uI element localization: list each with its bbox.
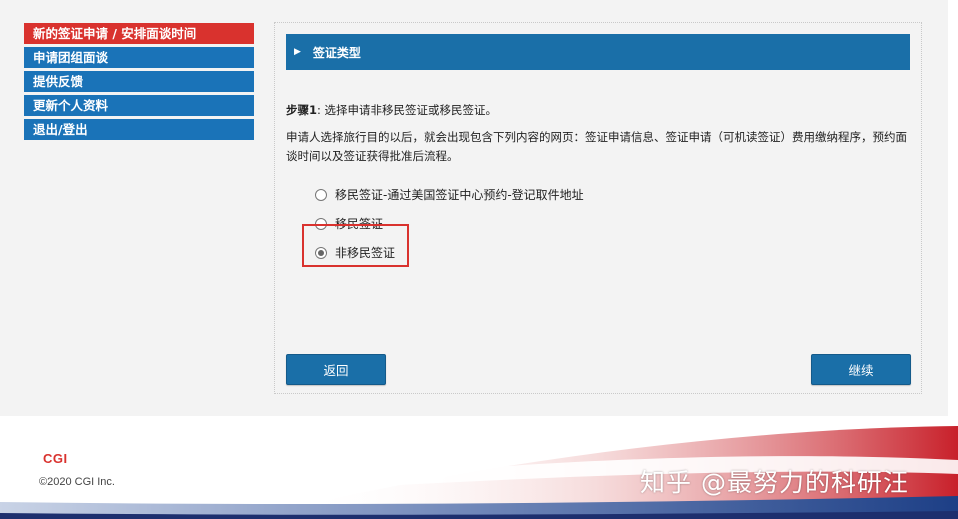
panel-title: 签证类型 xyxy=(312,45,361,60)
panel-header[interactable]: ▶ 签证类型 xyxy=(286,34,910,70)
sidebar-item-logout[interactable]: 退出/登出 xyxy=(24,119,254,140)
caret-right-icon: ▶ xyxy=(294,47,301,57)
sidebar-item-group-interview[interactable]: 申请团组面谈 xyxy=(24,47,254,68)
sidebar-menu: 新的签证申请 / 安排面谈时间 申请团组面谈 提供反馈 更新个人资料 退出/登出 xyxy=(24,23,254,143)
step-text: : 选择申请非移民签证或移民签证。 xyxy=(317,103,498,117)
sidebar-item-feedback[interactable]: 提供反馈 xyxy=(24,71,254,92)
option-label: 移民签证-通过美国签证中心预约-登记取件地址 xyxy=(335,188,584,202)
step-instruction: 步骤1: 选择申请非移民签证或移民签证。 xyxy=(286,102,497,118)
description-text: 申请人选择旅行目的以后，就会出现包含下列内容的网页：签证申请信息、签证申请（可机… xyxy=(286,130,907,163)
copyright-text: ©2020 CGI Inc. xyxy=(39,476,115,488)
step-label: 步骤1 xyxy=(286,103,318,117)
sidebar-item-update-profile[interactable]: 更新个人资料 xyxy=(24,95,254,116)
continue-button[interactable]: 继续 xyxy=(811,354,911,385)
selection-highlight-box xyxy=(302,224,409,267)
watermark-text: 知乎 @最努力的科研汪 xyxy=(640,468,909,497)
option-immigrant-visa-pickup[interactable]: 移民签证-通过美国签证中心预约-登记取件地址 xyxy=(315,180,584,209)
sidebar-item-new-application[interactable]: 新的签证申请 / 安排面谈时间 xyxy=(24,23,254,44)
back-button[interactable]: 返回 xyxy=(286,354,386,385)
visa-type-panel: ▶ 签证类型 步骤1: 选择申请非移民签证或移民签证。 申请人选择旅行目的以后，… xyxy=(274,22,922,394)
radio-button[interactable] xyxy=(315,188,327,201)
cgi-logo: CGI xyxy=(43,451,68,466)
